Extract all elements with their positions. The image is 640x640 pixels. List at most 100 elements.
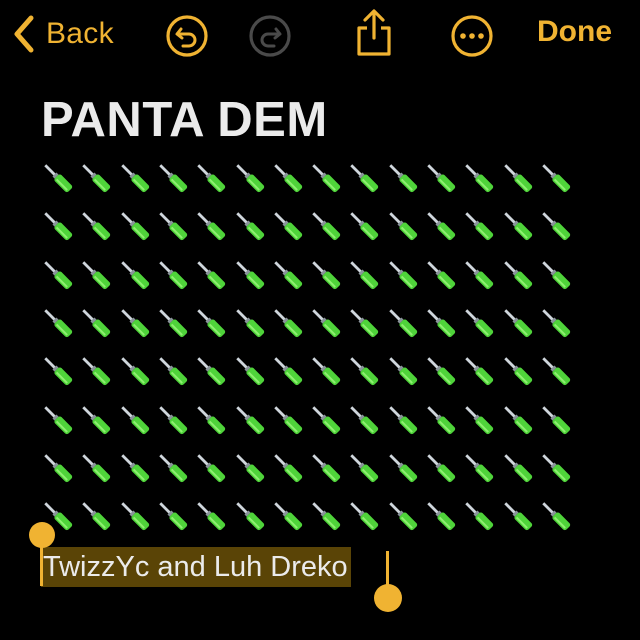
screwdriver-emoji <box>346 257 382 293</box>
redo-icon <box>249 15 291 57</box>
screwdriver-emoji <box>308 257 344 293</box>
screwdriver-emoji <box>232 498 268 534</box>
screwdriver-emoji <box>270 498 306 534</box>
redo-button[interactable] <box>248 14 292 58</box>
selection-end-handle[interactable] <box>374 584 402 612</box>
screwdriver-emoji <box>193 450 229 486</box>
screwdriver-emoji <box>538 498 574 534</box>
ellipsis-circle-icon <box>451 15 493 57</box>
screwdriver-emoji <box>461 257 497 293</box>
screwdriver-emoji <box>346 498 382 534</box>
note-title[interactable]: PANTA DEM <box>41 92 328 148</box>
screwdriver-emoji <box>423 208 459 244</box>
back-label: Back <box>46 17 114 50</box>
screwdriver-emoji <box>538 305 574 341</box>
screwdriver-emoji <box>270 353 306 389</box>
screwdriver-emoji <box>155 402 191 438</box>
screwdriver-emoji <box>385 353 421 389</box>
screwdriver-emoji <box>232 257 268 293</box>
screwdriver-emoji <box>193 498 229 534</box>
screwdriver-emoji <box>500 160 536 196</box>
screwdriver-emoji <box>40 402 76 438</box>
share-button[interactable] <box>352 8 396 56</box>
screwdriver-emoji <box>308 353 344 389</box>
screwdriver-emoji <box>423 305 459 341</box>
screwdriver-emoji <box>78 498 114 534</box>
screwdriver-emoji <box>117 160 153 196</box>
screwdriver-emoji <box>385 450 421 486</box>
screwdriver-emoji <box>538 257 574 293</box>
screwdriver-emoji <box>461 498 497 534</box>
screwdriver-emoji <box>270 402 306 438</box>
screwdriver-emoji <box>308 305 344 341</box>
undo-icon <box>166 15 208 57</box>
screwdriver-emoji <box>232 450 268 486</box>
share-icon <box>357 9 391 56</box>
screwdriver-emoji <box>346 305 382 341</box>
screwdriver-emoji <box>232 353 268 389</box>
screwdriver-emoji <box>78 450 114 486</box>
more-options-button[interactable] <box>450 14 494 58</box>
screwdriver-emoji <box>461 450 497 486</box>
screwdriver-emoji <box>232 305 268 341</box>
editor-toolbar: Back Done <box>0 0 640 70</box>
screwdriver-emoji <box>193 160 229 196</box>
screwdriver-emoji <box>193 305 229 341</box>
screwdriver-emoji <box>78 353 114 389</box>
screwdriver-emoji <box>270 208 306 244</box>
done-button[interactable]: Done <box>537 15 612 49</box>
screwdriver-emoji <box>423 257 459 293</box>
screwdriver-emoji <box>346 450 382 486</box>
screwdriver-emoji <box>40 208 76 244</box>
undo-button[interactable] <box>165 14 209 58</box>
screwdriver-emoji <box>385 498 421 534</box>
screwdriver-emoji <box>155 208 191 244</box>
screwdriver-emoji <box>500 450 536 486</box>
notes-editor-screen: Back Done PANTA DEM TwizzYc and Luh Drek… <box>0 0 640 640</box>
screwdriver-emoji <box>385 257 421 293</box>
screwdriver-emoji <box>346 353 382 389</box>
screwdriver-emoji <box>346 160 382 196</box>
screwdriver-emoji <box>193 257 229 293</box>
screwdriver-emoji <box>423 498 459 534</box>
screwdriver-emoji <box>232 208 268 244</box>
screwdriver-emoji <box>40 450 76 486</box>
screwdriver-emoji <box>155 257 191 293</box>
screwdriver-emoji <box>423 160 459 196</box>
screwdriver-emoji <box>270 257 306 293</box>
screwdriver-emoji <box>232 160 268 196</box>
screwdriver-emoji <box>155 305 191 341</box>
screwdriver-emoji <box>270 450 306 486</box>
screwdriver-emoji <box>461 353 497 389</box>
screwdriver-emoji-grid[interactable] <box>40 160 580 545</box>
screwdriver-emoji <box>308 160 344 196</box>
screwdriver-emoji <box>500 208 536 244</box>
screwdriver-emoji <box>538 208 574 244</box>
screwdriver-emoji <box>155 498 191 534</box>
screwdriver-emoji <box>385 402 421 438</box>
back-button[interactable]: Back <box>12 12 114 56</box>
screwdriver-emoji <box>117 450 153 486</box>
screwdriver-emoji <box>270 160 306 196</box>
screwdriver-emoji <box>346 402 382 438</box>
screwdriver-emoji <box>461 402 497 438</box>
screwdriver-emoji <box>308 498 344 534</box>
screwdriver-emoji <box>538 353 574 389</box>
screwdriver-emoji <box>78 257 114 293</box>
screwdriver-emoji <box>40 305 76 341</box>
screwdriver-emoji <box>461 305 497 341</box>
screwdriver-emoji <box>117 208 153 244</box>
screwdriver-emoji <box>155 450 191 486</box>
text-selection-highlight[interactable]: TwizzYc and Luh Dreko <box>41 547 351 587</box>
screwdriver-emoji <box>461 208 497 244</box>
screwdriver-emoji <box>117 305 153 341</box>
screwdriver-emoji <box>538 402 574 438</box>
selection-start-handle[interactable] <box>29 522 55 548</box>
selected-text[interactable]: TwizzYc and Luh Dreko <box>43 551 348 584</box>
screwdriver-emoji <box>193 208 229 244</box>
screwdriver-emoji <box>500 402 536 438</box>
screwdriver-emoji <box>423 450 459 486</box>
screwdriver-emoji <box>500 498 536 534</box>
screwdriver-emoji <box>461 160 497 196</box>
screwdriver-emoji <box>155 160 191 196</box>
